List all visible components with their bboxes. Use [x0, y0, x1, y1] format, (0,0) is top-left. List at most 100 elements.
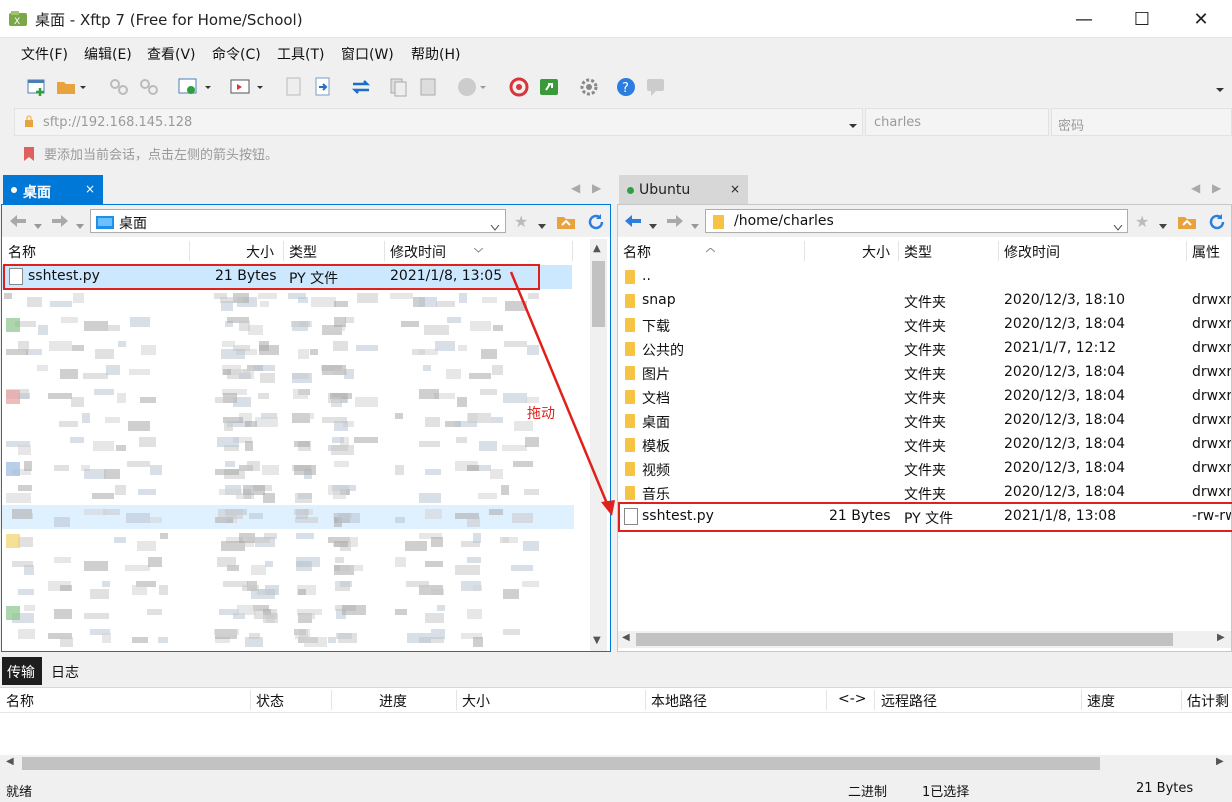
disconnect-icon[interactable] — [138, 76, 160, 98]
session-properties-icon[interactable] — [178, 76, 211, 98]
scroll-left-chevron-icon[interactable]: ◀ — [6, 756, 14, 767]
table-row[interactable]: 视频 文件夹 2020/12/3, 18:04 drwxr — [618, 457, 1231, 481]
back-arrow-icon[interactable] — [8, 212, 28, 230]
connect-icon[interactable] — [108, 76, 130, 98]
scroll-right-chevron-icon[interactable]: ▶ — [1217, 632, 1225, 643]
download-icon[interactable] — [312, 76, 334, 98]
tab-log[interactable]: 日志 — [51, 662, 79, 682]
table-row[interactable]: 桌面 文件夹 2020/12/3, 18:04 drwxr — [618, 409, 1231, 433]
back-dropdown-chevron-icon[interactable] — [34, 218, 42, 229]
tab-scroll-left-icon[interactable]: ◀ — [571, 181, 580, 195]
paste-icon[interactable] — [418, 76, 440, 98]
menu-edit[interactable]: 编辑(E) — [84, 44, 132, 64]
col-attributes[interactable]: 属性 — [1192, 242, 1220, 262]
tab-desktop[interactable]: 桌面 × — [3, 175, 103, 204]
table-row[interactable]: 图片 文件夹 2020/12/3, 18:04 drwxr — [618, 361, 1231, 385]
tab-transfers[interactable]: 传输 — [2, 657, 42, 685]
home-folder-icon[interactable] — [1177, 212, 1197, 230]
table-row[interactable]: 文档 文件夹 2020/12/3, 18:04 drwxr — [618, 385, 1231, 409]
settings-gear-icon[interactable] — [578, 76, 600, 98]
bookmark-arrow-icon[interactable] — [22, 146, 38, 162]
table-row[interactable]: snap 文件夹 2020/12/3, 18:10 drwxr — [618, 289, 1231, 313]
col-size[interactable]: 大小 — [462, 691, 490, 711]
table-row[interactable]: 模板 文件夹 2020/12/3, 18:04 drwxr — [618, 433, 1231, 457]
table-row[interactable]: 下载 文件夹 2020/12/3, 18:04 drwxr — [618, 313, 1231, 337]
tab-scroll-left-icon[interactable]: ◀ — [1191, 181, 1200, 195]
tab-scroll-right-icon[interactable]: ▶ — [592, 181, 601, 195]
col-direction[interactable]: <-> — [838, 691, 867, 707]
col-size[interactable]: 大小 — [862, 242, 890, 262]
remote-horizontal-scrollbar[interactable]: ◀ ▶ — [618, 631, 1231, 648]
col-speed[interactable]: 速度 — [1087, 691, 1115, 711]
remote-path-input[interactable]: /home/charles — [705, 209, 1128, 233]
username-input[interactable]: charles — [865, 108, 1049, 136]
tab-close-icon[interactable]: × — [730, 182, 740, 196]
col-name[interactable]: 名称 — [6, 691, 34, 711]
copy-icon[interactable] — [388, 76, 410, 98]
upload-icon[interactable] — [283, 76, 305, 98]
back-dropdown-chevron-icon[interactable] — [649, 218, 657, 229]
globe-icon[interactable] — [457, 76, 486, 98]
scroll-thumb[interactable] — [636, 633, 1173, 646]
table-row[interactable]: 公共的 文件夹 2021/1/7, 12:12 drwxr — [618, 337, 1231, 361]
scroll-down-chevron-icon[interactable]: ▼ — [593, 635, 601, 646]
new-session-icon[interactable] — [26, 76, 48, 98]
host-dropdown-chevron-icon[interactable] — [848, 118, 858, 128]
forward-dropdown-chevron-icon[interactable] — [76, 218, 84, 229]
open-folder-icon[interactable] — [56, 76, 86, 98]
refresh-icon[interactable] — [586, 212, 606, 232]
menu-view[interactable]: 查看(V) — [147, 44, 196, 64]
col-name[interactable]: 名称 — [623, 242, 651, 262]
transfer-horizontal-scrollbar[interactable]: ◀ ▶ — [0, 755, 1232, 772]
path-dropdown-chevron-icon[interactable] — [490, 219, 500, 231]
menu-help[interactable]: 帮助(H) — [411, 44, 460, 64]
favorites-star-icon[interactable]: ★ — [1135, 212, 1149, 231]
scroll-left-chevron-icon[interactable]: ◀ — [622, 632, 630, 643]
col-type[interactable]: 类型 — [289, 242, 317, 262]
table-row[interactable]: .. — [618, 265, 1231, 289]
close-window-button[interactable]: ✕ — [1172, 0, 1230, 38]
favorites-star-icon[interactable]: ★ — [514, 212, 528, 231]
terminal-icon[interactable] — [230, 76, 263, 98]
col-status[interactable]: 状态 — [256, 691, 284, 711]
host-input[interactable]: sftp://192.168.145.128 — [14, 108, 863, 136]
col-progress[interactable]: 进度 — [379, 691, 407, 711]
xshell-icon[interactable] — [508, 76, 530, 98]
refresh-icon[interactable] — [1207, 212, 1227, 232]
help-icon[interactable]: ? — [615, 76, 637, 98]
menu-window[interactable]: 窗口(W) — [341, 44, 394, 64]
minimize-button[interactable]: — — [1055, 0, 1113, 38]
col-name[interactable]: 名称 — [8, 242, 36, 262]
forward-arrow-icon[interactable] — [50, 212, 70, 230]
toolbar-overflow-chevron-icon[interactable] — [1214, 84, 1226, 96]
local-path-input[interactable]: 桌面 — [90, 209, 506, 233]
col-modified[interactable]: 修改时间 — [1004, 242, 1060, 262]
maximize-button[interactable]: ☐ — [1113, 0, 1171, 38]
col-size[interactable]: 大小 — [246, 242, 274, 262]
favorites-dropdown-chevron-icon[interactable] — [538, 218, 546, 229]
menu-command[interactable]: 命令(C) — [212, 44, 261, 64]
forward-dropdown-chevron-icon[interactable] — [691, 218, 699, 229]
chat-icon[interactable] — [645, 76, 667, 98]
sync-icon[interactable] — [350, 76, 372, 98]
col-modified[interactable]: 修改时间 — [390, 242, 446, 262]
col-type[interactable]: 类型 — [904, 242, 932, 262]
password-input[interactable]: 密码 — [1051, 108, 1232, 136]
menu-tools[interactable]: 工具(T) — [277, 44, 324, 64]
scroll-right-chevron-icon[interactable]: ▶ — [1216, 756, 1224, 767]
col-remote-path[interactable]: 远程路径 — [881, 691, 937, 711]
path-dropdown-chevron-icon[interactable] — [1113, 219, 1123, 231]
scroll-up-chevron-icon[interactable]: ▲ — [593, 243, 601, 254]
tab-ubuntu[interactable]: Ubuntu × — [619, 175, 748, 204]
tab-scroll-right-icon[interactable]: ▶ — [1212, 181, 1221, 195]
scroll-thumb[interactable] — [22, 757, 1100, 770]
favorites-dropdown-chevron-icon[interactable] — [1159, 218, 1167, 229]
home-folder-icon[interactable] — [556, 212, 576, 230]
col-eta[interactable]: 估计剩 — [1187, 691, 1229, 711]
forward-arrow-icon[interactable] — [665, 212, 685, 230]
menu-file[interactable]: 文件(F) — [21, 44, 68, 64]
xftp-icon[interactable] — [538, 76, 560, 98]
back-arrow-icon[interactable] — [623, 212, 643, 230]
tab-close-icon[interactable]: × — [85, 182, 95, 196]
col-local-path[interactable]: 本地路径 — [651, 691, 707, 711]
